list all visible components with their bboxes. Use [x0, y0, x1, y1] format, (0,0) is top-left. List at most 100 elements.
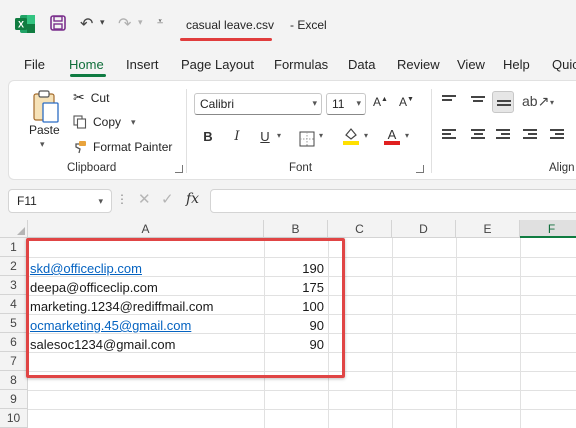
cut-label: Cut — [90, 90, 110, 105]
formula-bar: F11 ▾ ⋮ ✕ ✓ fx — [0, 186, 576, 216]
row-header[interactable]: 3 — [0, 276, 28, 295]
format-painter-label: Format Painter — [93, 140, 173, 154]
ribbon-divider — [186, 89, 187, 173]
bold-icon[interactable]: B — [201, 127, 215, 147]
tab-view[interactable]: View — [457, 57, 485, 72]
underline-icon[interactable]: U — [258, 127, 272, 147]
tab-insert[interactable]: Insert — [126, 57, 159, 72]
decrease-indent-icon[interactable] — [519, 125, 541, 147]
decrease-font-icon[interactable]: A▼ — [399, 95, 414, 109]
row-header[interactable]: 8 — [0, 371, 28, 390]
row-header[interactable]: 9 — [0, 390, 28, 409]
ribbon-home: Paste ▾ ✂ Cut Copy ▾ Format Painter Clip… — [8, 80, 576, 180]
paintbrush-icon — [75, 141, 86, 154]
format-painter-button[interactable]: Format Painter — [73, 140, 172, 154]
chevron-down-icon: ▾ — [98, 196, 103, 206]
fill-color-icon[interactable] — [342, 126, 360, 146]
svg-text:X: X — [18, 20, 24, 30]
document-title: casual leave.csv — [186, 18, 275, 32]
row-header[interactable]: 7 — [0, 352, 28, 371]
paste-icon[interactable] — [31, 89, 61, 125]
borders-icon[interactable] — [299, 129, 315, 149]
fill-color-swatch — [343, 141, 359, 145]
row-header[interactable]: 4 — [0, 295, 28, 314]
column-header-d[interactable]: D — [392, 220, 456, 238]
copy-button[interactable]: Copy ▾ — [73, 115, 136, 129]
redo-dropdown-icon[interactable]: ▾ — [138, 17, 143, 28]
increase-indent-icon[interactable] — [546, 125, 568, 147]
alignment-group-label: Align — [549, 162, 575, 174]
gridline — [28, 409, 576, 410]
column-header-b[interactable]: B — [264, 220, 328, 238]
paste-dropdown-icon[interactable]: ▾ — [40, 139, 45, 150]
copy-label: Copy — [93, 115, 122, 129]
increase-font-icon[interactable]: A▲ — [373, 95, 388, 109]
tab-review[interactable]: Review — [397, 57, 440, 72]
paste-button[interactable]: Paste — [29, 123, 60, 137]
cut-button[interactable]: ✂ Cut — [73, 89, 109, 106]
tab-file[interactable]: File — [24, 57, 45, 72]
align-top-icon[interactable] — [438, 91, 460, 113]
borders-dropdown-icon[interactable]: ▾ — [319, 131, 323, 140]
tab-data[interactable]: Data — [348, 57, 375, 72]
column-header-a[interactable]: A — [28, 220, 264, 238]
name-box-value: F11 — [17, 194, 37, 208]
redo-icon[interactable]: ↷ — [118, 14, 131, 34]
font-name-value: Calibri — [200, 97, 235, 111]
tab-formulas[interactable]: Formulas — [274, 57, 328, 72]
app-name: - Excel — [290, 18, 327, 32]
scissors-icon: ✂ — [73, 89, 85, 105]
chevron-down-icon: ▾ — [312, 98, 317, 108]
row-header[interactable]: 1 — [0, 238, 28, 257]
italic-icon[interactable]: I — [230, 127, 244, 147]
row-header[interactable]: 2 — [0, 257, 28, 276]
tab-quick[interactable]: Quic — [552, 57, 576, 72]
title-annotation-underline — [180, 38, 272, 41]
align-middle-icon[interactable] — [467, 91, 489, 113]
customize-qat-icon[interactable]: ⩡ — [157, 16, 163, 29]
tab-page-layout[interactable]: Page Layout — [181, 57, 254, 72]
orientation-icon[interactable]: ab↗ — [522, 93, 549, 110]
row-header[interactable]: 5 — [0, 314, 28, 333]
insert-function-icon[interactable]: fx — [186, 191, 199, 207]
column-header-c[interactable]: C — [328, 220, 392, 238]
font-color-dropdown-icon[interactable]: ▾ — [405, 131, 409, 140]
font-group-label: Font — [289, 162, 313, 174]
align-left-icon[interactable] — [438, 125, 460, 147]
underline-dropdown-icon[interactable]: ▾ — [277, 131, 281, 140]
enter-icon[interactable]: ✓ — [161, 190, 174, 208]
font-launcher-icon[interactable] — [416, 165, 424, 173]
font-color-icon[interactable]: A — [383, 126, 401, 146]
name-box[interactable]: F11 ▾ — [8, 189, 112, 213]
align-center-icon[interactable] — [467, 125, 489, 147]
tab-home[interactable]: Home — [69, 57, 104, 72]
more-options-icon[interactable]: ⋮ — [116, 192, 128, 206]
fill-color-dropdown-icon[interactable]: ▾ — [364, 131, 368, 140]
select-all-button[interactable] — [0, 220, 28, 238]
align-right-icon[interactable] — [492, 125, 514, 147]
ribbon-divider — [431, 89, 432, 173]
annotation-box — [26, 238, 345, 378]
font-size-value: 11 — [332, 97, 345, 111]
font-size-select[interactable]: 11 ▾ — [326, 93, 366, 115]
orientation-dropdown-icon[interactable]: ▾ — [550, 98, 554, 107]
clipboard-launcher-icon[interactable] — [175, 165, 183, 173]
column-header-f[interactable]: F — [520, 220, 576, 238]
save-icon[interactable] — [50, 15, 66, 31]
cancel-icon[interactable]: ✕ — [138, 190, 151, 208]
undo-dropdown-icon[interactable]: ▾ — [100, 17, 105, 28]
active-tab-indicator — [70, 74, 106, 77]
copy-dropdown-icon[interactable]: ▾ — [131, 117, 136, 128]
align-bottom-icon[interactable] — [492, 91, 514, 113]
tab-help[interactable]: Help — [503, 57, 530, 72]
row-header[interactable]: 6 — [0, 333, 28, 352]
formula-input[interactable] — [210, 189, 576, 213]
column-header-e[interactable]: E — [456, 220, 520, 238]
copy-icon — [73, 115, 87, 129]
clipboard-group-label: Clipboard — [67, 162, 117, 174]
row-header[interactable]: 10 — [0, 409, 28, 428]
gridline — [28, 390, 576, 391]
font-name-select[interactable]: Calibri ▾ — [194, 93, 322, 115]
undo-icon[interactable]: ↶ — [80, 14, 93, 34]
excel-logo-icon: X — [15, 15, 35, 33]
